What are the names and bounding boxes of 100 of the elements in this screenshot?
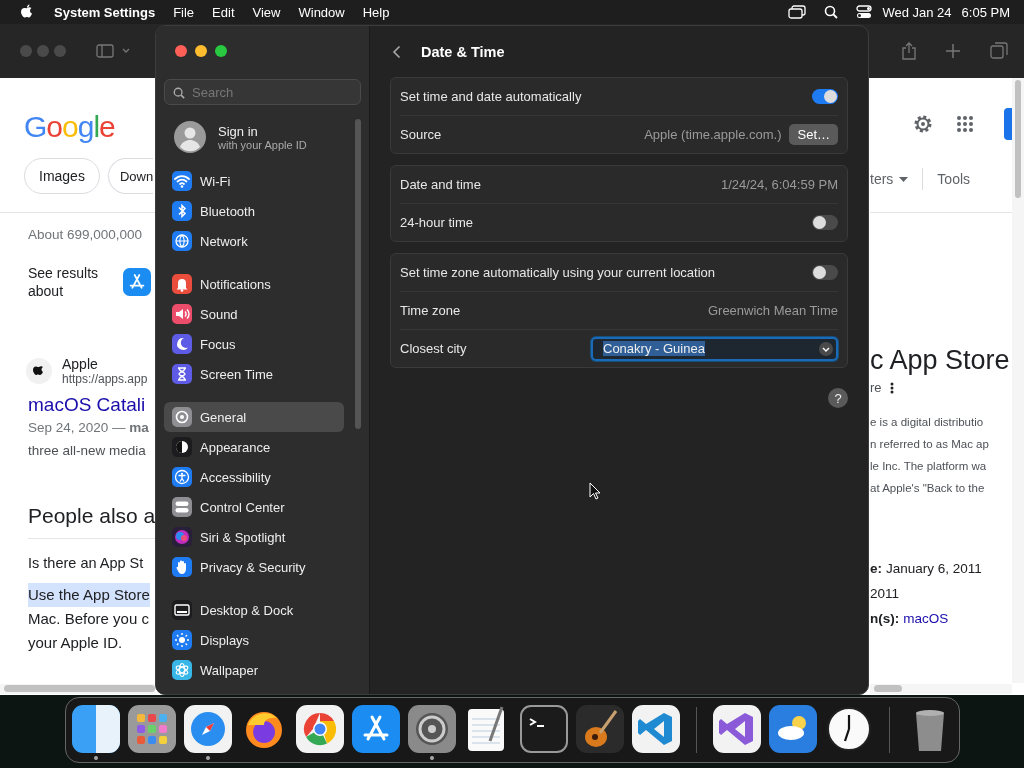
row-label: Time zone <box>400 303 462 318</box>
scrollbar-segment[interactable] <box>0 684 155 694</box>
panel-title: c App Store <box>870 345 1011 376</box>
question-text[interactable]: Is there an App St <box>28 555 155 571</box>
compass-icon[interactable] <box>183 705 232 753</box>
tools-button[interactable]: Tools <box>937 171 971 187</box>
scrollbar[interactable] <box>355 119 361 429</box>
result-title-link[interactable]: macOS Catali <box>28 394 155 416</box>
search-field[interactable]: Search <box>164 79 361 105</box>
answer-text: your Apple ID. <box>28 633 123 653</box>
account-item[interactable]: Sign in with your Apple ID <box>174 121 307 153</box>
row-label: 24-hour time <box>400 215 474 230</box>
sidebar-item[interactable]: Wallpaper <box>164 655 344 685</box>
fact-value: January 6, 2011 <box>886 561 982 576</box>
toggle-switch[interactable] <box>812 215 838 230</box>
caret-icon <box>899 176 909 182</box>
sidebar-item[interactable]: Focus <box>164 329 344 359</box>
ribbon-icon[interactable] <box>631 705 680 753</box>
sidebar-item[interactable]: Accessibility <box>164 462 344 492</box>
back-icon[interactable] <box>392 44 401 59</box>
sidebar-item[interactable]: Screen Time <box>164 359 344 389</box>
button-edge[interactable] <box>1004 108 1012 140</box>
menu-item[interactable]: Window <box>298 4 345 20</box>
row-value: Greenwich Mean Time <box>707 303 838 318</box>
panel-description: n referred to as Mac ap <box>870 437 990 452</box>
scrollbar-segment[interactable] <box>870 684 1012 694</box>
row-label: Date and time <box>400 177 482 192</box>
share-icon[interactable] <box>902 42 916 60</box>
sidebar-item[interactable]: Notifications <box>164 269 344 299</box>
triangle-strokes-icon[interactable] <box>351 705 400 753</box>
menu-item[interactable]: File <box>173 4 195 20</box>
infinity-ribbon-icon[interactable] <box>712 705 761 753</box>
chevron-icon[interactable] <box>122 48 130 54</box>
filter-chip[interactable]: Down <box>107 158 154 194</box>
sidebar-item[interactable]: Desktop & Dock <box>164 595 344 625</box>
scrollbar[interactable] <box>1012 78 1024 683</box>
sidebar-item[interactable]: Displays <box>164 625 344 655</box>
help-button[interactable]: ? <box>828 388 848 408</box>
result-count: About 699,000,000 <box>28 227 144 242</box>
sidebar-item[interactable]: Control Center <box>164 492 344 522</box>
split-square-icon[interactable] <box>71 705 120 753</box>
sidebar-item[interactable]: Wi-Fi <box>164 166 344 196</box>
plus-icon[interactable] <box>946 44 960 58</box>
mouse-pointer-icon <box>589 482 601 500</box>
panel-description: le Inc. The platform wa <box>870 459 988 474</box>
menu-item[interactable]: View <box>252 4 281 20</box>
menu-time[interactable]: 6:05 PM <box>961 4 1010 20</box>
apps-grid-icon[interactable] <box>956 115 974 133</box>
site-url: https://apps.app <box>62 372 148 386</box>
cloud-sun-icon[interactable] <box>768 705 817 753</box>
result-snippet: three all-new media <box>28 442 147 460</box>
app-menu[interactable]: System Settings <box>54 4 156 20</box>
filter-dropdown[interactable]: ters <box>870 171 909 187</box>
city-popup[interactable]: Conakry - Guinea <box>591 336 838 361</box>
sidebar-item[interactable]: Privacy & Security <box>164 552 344 582</box>
answer-text: Use the App Store <box>28 583 150 607</box>
result-snippet: Sep 24, 2020 — ma <box>28 419 150 437</box>
menu-item[interactable]: Edit <box>212 4 235 20</box>
sidebar-item[interactable]: Appearance <box>164 432 344 462</box>
filter-chip[interactable]: Images <box>24 158 100 194</box>
row-label: Closest city <box>400 341 468 356</box>
app-grid-icon[interactable] <box>127 705 176 753</box>
panel-subtitle: re <box>870 380 882 395</box>
terminal-icon[interactable] <box>519 705 568 753</box>
panel-description: at Apple's "Back to the <box>870 481 986 496</box>
sidebar-icon[interactable] <box>96 44 114 58</box>
toggle-switch[interactable] <box>812 89 838 104</box>
search-icon[interactable] <box>824 5 839 19</box>
chevron-icon <box>819 341 833 356</box>
clock-icon[interactable] <box>824 705 873 753</box>
sidebar-item[interactable]: Sound <box>164 299 344 329</box>
window-controls[interactable] <box>175 45 229 57</box>
windows-icon[interactable] <box>788 5 807 19</box>
toggles-icon[interactable] <box>856 5 873 19</box>
settings-icon[interactable] <box>912 113 934 135</box>
section-heading: People also a <box>28 504 155 528</box>
see-results-label: See results about <box>28 264 100 300</box>
menu-item[interactable]: Help <box>362 4 390 20</box>
fact-label: e: <box>870 561 882 576</box>
fact-link[interactable]: macOS <box>903 611 949 626</box>
sidebar-item[interactable]: Network <box>164 226 344 256</box>
toggle-switch[interactable] <box>812 265 838 280</box>
apple-icon[interactable] <box>20 4 34 20</box>
account-title: Sign in <box>218 123 259 139</box>
row-label: Source <box>400 127 443 142</box>
tabs-icon[interactable] <box>990 42 1008 60</box>
sidebar-item[interactable]: Bluetooth <box>164 196 344 226</box>
more-icon[interactable] <box>889 381 894 394</box>
google-logo[interactable]: Google <box>24 110 115 144</box>
set-button[interactable]: Set… <box>789 124 838 145</box>
guitar-icon[interactable] <box>575 705 624 753</box>
sidebar-item[interactable]: General <box>164 402 344 432</box>
sidebar-item[interactable]: Siri & Spotlight <box>164 522 344 552</box>
answer-text: Mac. Before you c <box>28 609 149 629</box>
gear-icon[interactable] <box>407 705 456 753</box>
row-label: Set time zone automatically using your current location <box>400 265 717 280</box>
menu-date[interactable]: Wed Jan 24 <box>882 4 952 20</box>
account-subtitle: with your Apple ID <box>218 138 307 151</box>
avatar-icon <box>174 121 206 153</box>
row-value: 1/24/24, 6:04:59 PM <box>720 177 838 192</box>
